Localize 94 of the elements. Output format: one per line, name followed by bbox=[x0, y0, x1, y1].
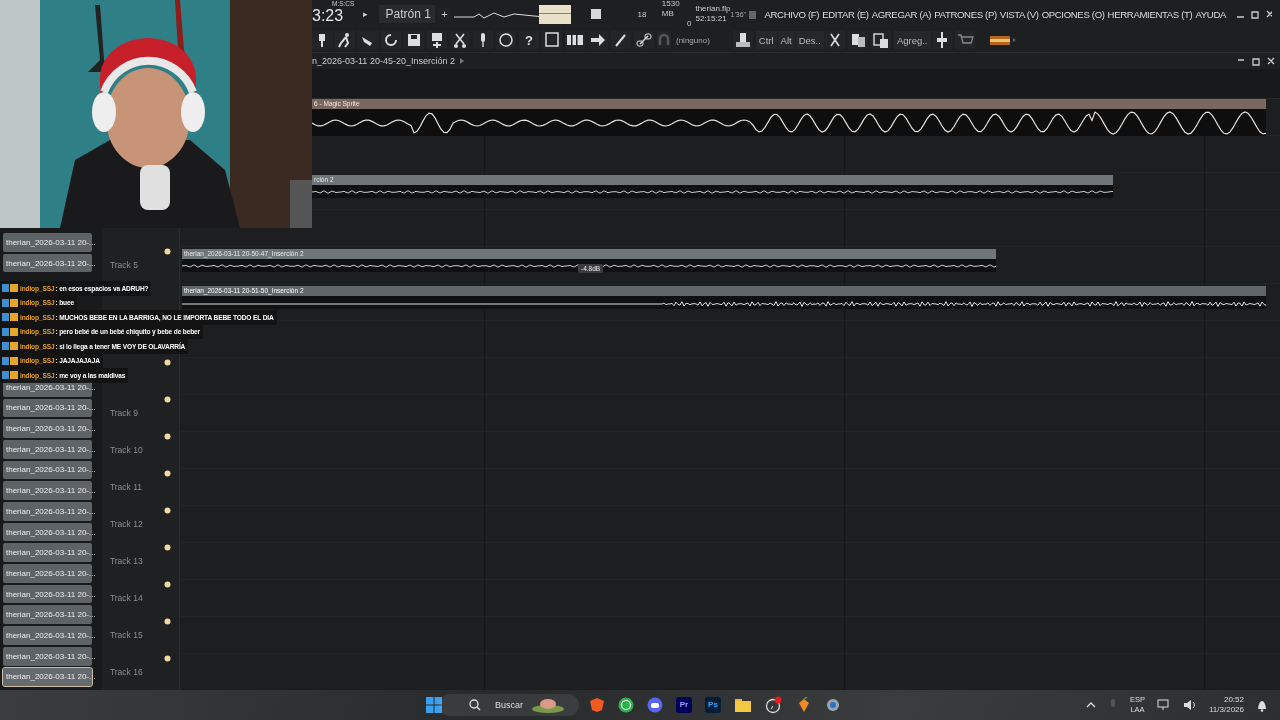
arrow-icon[interactable] bbox=[588, 31, 608, 49]
help-button[interactable]: ? bbox=[519, 31, 539, 49]
stamp-icon[interactable] bbox=[732, 31, 753, 49]
figure-icon[interactable] bbox=[335, 31, 355, 49]
track-enable-icon[interactable] bbox=[164, 507, 171, 514]
pattern-selector[interactable]: Patrón 1 bbox=[379, 5, 435, 23]
track-enable-icon[interactable] bbox=[164, 581, 171, 588]
snap-selector[interactable]: (ninguno) bbox=[676, 35, 710, 45]
project-file-name: therian.flp bbox=[695, 4, 731, 13]
track-name[interactable]: Track 9 bbox=[109, 408, 138, 418]
menu-item[interactable]: AGREGAR (A) bbox=[871, 8, 932, 20]
breadcrumb[interactable]: n_2026-03-11 20-45-20_Inserción 2 bbox=[312, 56, 455, 66]
fruit-icon[interactable] bbox=[796, 697, 812, 713]
track-name[interactable]: Track 12 bbox=[109, 519, 143, 529]
project-time: 52:15:21 bbox=[695, 14, 728, 24]
scissors-icon[interactable] bbox=[450, 31, 470, 49]
track-name[interactable]: Track 14 bbox=[109, 593, 143, 603]
chat-badges-icon bbox=[2, 356, 18, 365]
microphone-icon[interactable] bbox=[473, 31, 493, 49]
save-icon[interactable] bbox=[404, 31, 424, 49]
menu-item[interactable]: ARCHIVO (F) bbox=[764, 8, 820, 20]
track-name[interactable]: Track 10 bbox=[109, 445, 143, 455]
track-name[interactable]: Track 5 bbox=[109, 260, 138, 270]
widget-icon[interactable] bbox=[531, 696, 565, 714]
volume-icon[interactable] bbox=[1183, 699, 1197, 711]
cpu-reading: 18 bbox=[637, 9, 648, 19]
chat-badges-icon bbox=[2, 313, 18, 322]
chat-badges-icon bbox=[2, 298, 18, 307]
timer-icon[interactable] bbox=[765, 696, 783, 714]
plug-icon[interactable] bbox=[312, 31, 332, 49]
track-enable-icon[interactable] bbox=[164, 544, 171, 551]
windows-start-icon[interactable] bbox=[426, 697, 442, 713]
window-controls-icon[interactable] bbox=[1235, 9, 1272, 19]
menu-item[interactable]: HERRAMIENTAS (T) bbox=[1107, 8, 1193, 20]
track-name[interactable]: Track 11 bbox=[109, 482, 142, 492]
refresh-icon[interactable] bbox=[381, 31, 401, 49]
record-square-icon[interactable] bbox=[591, 9, 602, 19]
track-enable-icon[interactable] bbox=[164, 618, 171, 625]
song-position: 3:23 bbox=[312, 7, 344, 25]
copy-icon[interactable] bbox=[847, 31, 868, 49]
add-pattern-button[interactable]: + bbox=[437, 8, 451, 20]
track-enable-icon[interactable] bbox=[164, 359, 171, 366]
track-enable-icon[interactable] bbox=[164, 433, 171, 440]
search-icon bbox=[469, 699, 481, 711]
track-name[interactable]: Track 16 bbox=[109, 667, 143, 677]
app-icon[interactable]: Ps bbox=[705, 697, 721, 713]
network-icon[interactable] bbox=[1157, 699, 1171, 711]
search-placeholder: Buscar bbox=[495, 700, 523, 710]
window-icon[interactable] bbox=[542, 31, 562, 49]
chevron-icon[interactable] bbox=[1086, 701, 1096, 709]
menu-item[interactable]: EDITAR (E) bbox=[822, 8, 869, 20]
clock-time[interactable]: 20:52 bbox=[1223, 695, 1244, 705]
save-plus-icon[interactable] bbox=[427, 31, 447, 49]
game-controller-icon[interactable] bbox=[647, 697, 663, 713]
polyphony-reading: 0 bbox=[686, 19, 692, 29]
folder-icon[interactable] bbox=[734, 697, 752, 713]
lock-icon bbox=[748, 8, 757, 20]
track-enable-icon[interactable] bbox=[164, 655, 171, 662]
paste-icon[interactable] bbox=[870, 31, 891, 49]
add-button[interactable]: Agreg.. bbox=[893, 31, 931, 49]
clock-date[interactable]: 11/3/2026 bbox=[1209, 705, 1244, 715]
bell-icon[interactable] bbox=[1256, 698, 1268, 712]
app-icon[interactable]: Pr bbox=[676, 697, 692, 713]
chat-badges-icon bbox=[2, 327, 18, 336]
track-enable-icon[interactable] bbox=[164, 396, 171, 403]
slider-icon[interactable] bbox=[931, 31, 952, 49]
chat-bubble-icon[interactable] bbox=[618, 697, 634, 713]
menu-item[interactable]: OPCIONES (O) bbox=[1041, 8, 1105, 20]
cart-icon[interactable] bbox=[954, 31, 975, 49]
chat-badges-icon bbox=[2, 342, 18, 351]
shield-icon[interactable] bbox=[589, 697, 605, 713]
master-meter bbox=[538, 4, 572, 24]
track-enable-icon[interactable] bbox=[164, 470, 171, 477]
track-enable-icon[interactable] bbox=[164, 248, 171, 255]
modifier-key-button[interactable]: Ctrl bbox=[755, 31, 777, 49]
menu-item[interactable]: VISTA (V) bbox=[999, 8, 1039, 20]
chat-badges-icon bbox=[2, 371, 18, 380]
play-button[interactable]: ▸ bbox=[360, 9, 372, 19]
window-controls-icon[interactable] bbox=[1236, 56, 1276, 66]
track-name[interactable]: Track 15 bbox=[109, 630, 143, 640]
menu-item[interactable]: AYUDA bbox=[1195, 8, 1227, 20]
modifier-key-button[interactable]: Des.. bbox=[795, 31, 824, 49]
scissors-icon[interactable] bbox=[824, 31, 845, 49]
link-icon[interactable] bbox=[634, 31, 654, 49]
pen-icon[interactable] bbox=[611, 31, 631, 49]
piano-icon[interactable] bbox=[565, 31, 585, 49]
menu-item[interactable]: PATRONES (P) bbox=[934, 8, 997, 20]
track-name[interactable]: Track 13 bbox=[109, 556, 143, 566]
taskbar-search-field[interactable]: Buscar bbox=[439, 694, 579, 716]
caret-icon[interactable] bbox=[458, 57, 465, 65]
memory-reading: 1530 MB bbox=[661, 0, 681, 19]
chat-badges-icon bbox=[2, 284, 18, 293]
modifier-key-button[interactable]: Alt bbox=[777, 31, 795, 49]
settings-icon[interactable] bbox=[825, 697, 841, 713]
